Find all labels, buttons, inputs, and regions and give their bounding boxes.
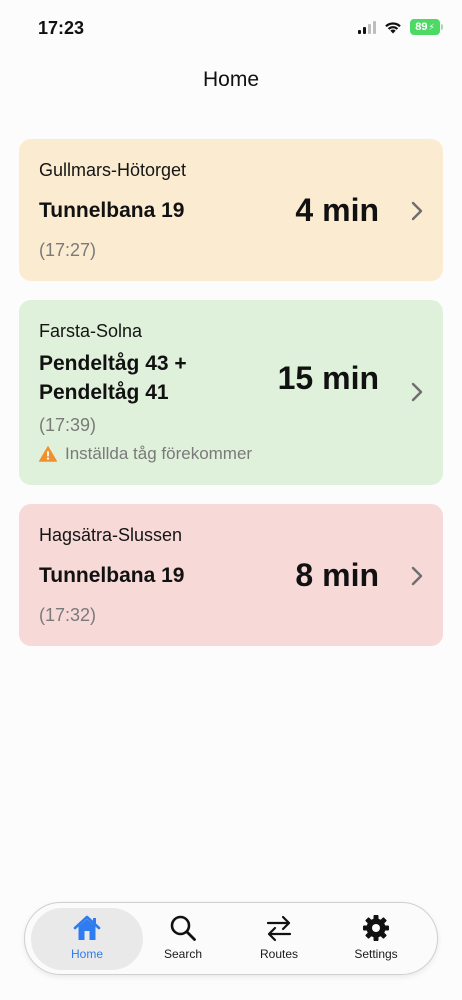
tab-label: Routes [259, 947, 299, 961]
route-card-farsta-solna[interactable]: Farsta-Solna Pendeltåg 43 + Pendeltåg 41… [19, 300, 443, 485]
tab-settings[interactable]: Settings [331, 913, 421, 969]
route-name: Hagsätra-Slussen [39, 525, 183, 545]
cellular-signal-icon [358, 20, 376, 34]
status-time: 17:23 [38, 18, 85, 38]
line-name: Tunnelbana 19 [39, 199, 185, 222]
route-card-gullmars-hotorget[interactable]: Gullmars-Hötorget Tunnelbana 19 4 min (1… [19, 139, 443, 281]
battery-level: 89 [415, 21, 428, 33]
wifi-icon [385, 22, 401, 34]
line-name-2: Pendeltåg 41 [39, 381, 169, 404]
tab-label: Settings [354, 947, 398, 961]
route-name: Farsta-Solna [39, 321, 143, 341]
house-icon [73, 915, 101, 940]
chevron-right-icon [411, 201, 423, 221]
charging-bolt: ⚡ [428, 21, 435, 32]
chevron-right-icon [411, 382, 423, 402]
battery-charging-icon: 89 ⚡ [410, 19, 443, 35]
status-icons: 89 ⚡ [358, 19, 443, 35]
route-card-hagsatra-slussen[interactable]: Hagsätra-Slussen Tunnelbana 19 8 min (17… [19, 504, 443, 646]
line-name-1: Pendeltåg 43 + [39, 352, 187, 375]
arrival-time: (17:39) [39, 415, 97, 435]
page-title: Home [202, 68, 260, 91]
gear-icon [363, 915, 389, 941]
disruption-warning: Inställda tåg förekommer [39, 444, 252, 464]
tab-bar: Home Search Routes Settings [24, 902, 438, 975]
warning-triangle-icon [39, 446, 57, 462]
line-name: Tunnelbana 19 [39, 564, 185, 587]
swap-arrows-icon [266, 915, 292, 942]
warning-text: Inställda tåg förekommer [65, 444, 253, 463]
tab-routes[interactable]: Routes [234, 913, 324, 969]
arrival-time: (17:27) [39, 240, 97, 260]
magnifier-icon [170, 915, 196, 941]
tab-label: Search [163, 947, 203, 961]
tab-home[interactable]: Home [42, 913, 132, 969]
status-bar: 17:23 89 ⚡ [0, 0, 462, 56]
travel-duration: 8 min [295, 557, 379, 593]
chevron-right-icon [411, 566, 423, 586]
tab-label: Home [70, 947, 103, 961]
route-name: Gullmars-Hötorget [39, 160, 187, 180]
tab-search[interactable]: Search [138, 913, 228, 969]
arrival-time: (17:32) [39, 605, 97, 625]
travel-duration: 15 min [277, 360, 379, 396]
travel-duration: 4 min [295, 192, 379, 228]
